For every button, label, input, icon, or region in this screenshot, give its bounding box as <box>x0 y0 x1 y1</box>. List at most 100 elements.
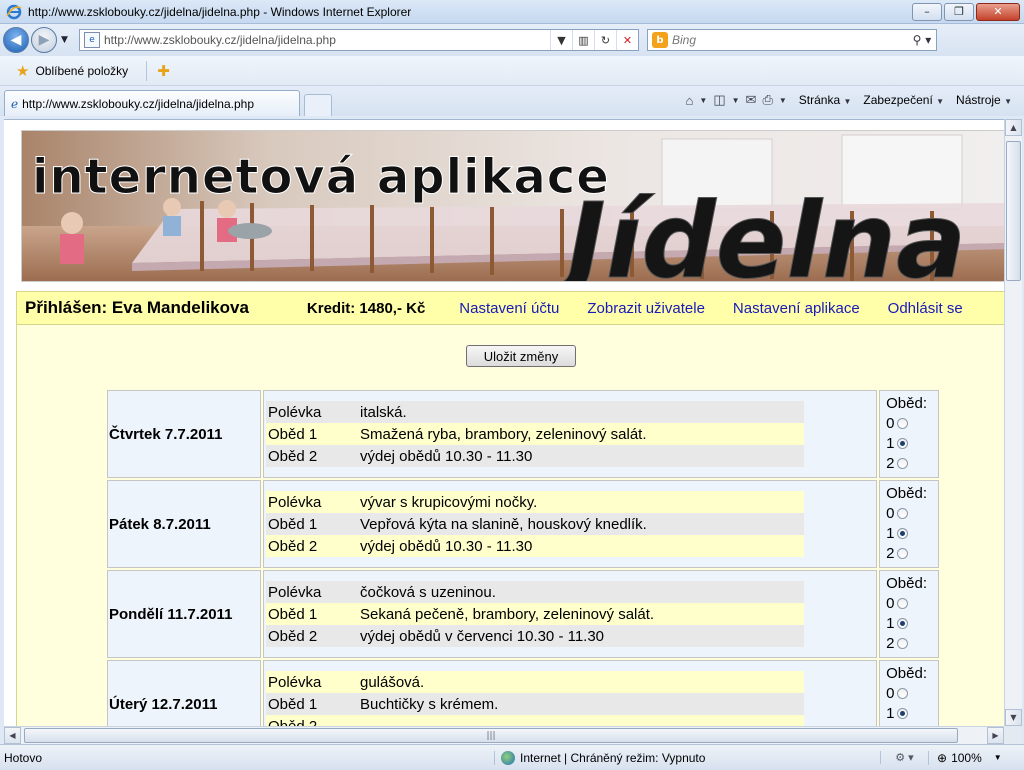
lunch-option-radio[interactable] <box>897 508 909 519</box>
show-users-link[interactable]: Zobrazit uživatele <box>587 300 705 317</box>
forward-button[interactable]: ▶ <box>31 27 57 53</box>
favorites-bar: ★ Oblíbené položky ✚ <box>0 56 1024 86</box>
compatibility-view-icon[interactable]: ▥ <box>572 30 594 50</box>
lunch-choice-label: Oběd: <box>886 665 927 682</box>
lunch-option-label: 0 <box>886 595 895 612</box>
minimize-button[interactable]: – <box>912 2 942 21</box>
page-viewport: internetová aplikace Jídelna Přihlášen: … <box>4 119 1004 726</box>
print-icon[interactable]: ⎙ <box>762 92 772 108</box>
lunch-option[interactable]: 1 <box>886 524 938 544</box>
menu-item-type: Oběd 1 <box>267 515 318 533</box>
menu-item-row: Oběd 2 <box>265 715 804 727</box>
lunch-choice-label: Oběd: <box>886 395 927 412</box>
tab-active[interactable]: ℯ http://www.zsklobouky.cz/jidelna/jidel… <box>4 90 300 116</box>
lunch-option[interactable]: 2 <box>886 634 938 654</box>
lunch-option[interactable]: 0 <box>886 594 938 614</box>
scroll-left-icon[interactable]: ◀ <box>4 727 21 744</box>
lunch-option[interactable]: 2 <box>886 544 938 564</box>
lunch-option-radio[interactable] <box>897 548 909 559</box>
day-date: Úterý 12.7.2011 <box>107 660 261 726</box>
menu-item-dish: Smažená ryba, brambory, zeleninový salát… <box>359 425 647 443</box>
security-zone[interactable]: Internet | Chráněný režim: Vypnuto <box>494 750 880 765</box>
menu-item-row: Polévka čočková s uzeninou. <box>265 581 804 603</box>
account-settings-link[interactable]: Nastavení účtu <box>459 300 559 317</box>
lunch-option-radio[interactable] <box>897 638 909 649</box>
close-window-button[interactable]: ✕ <box>976 2 1020 21</box>
menu-item-row: Polévka vývar s krupicovými nočky. <box>265 491 804 513</box>
menu-item-dish: Vepřová kýta na slanině, houskový knedlí… <box>359 515 647 533</box>
lunch-option[interactable]: 1 <box>886 434 938 454</box>
save-changes-button[interactable]: Uložit změny <box>466 345 576 367</box>
feeds-icon[interactable]: ◫ <box>713 92 725 108</box>
menu-item-row: Oběd 1 Sekaná pečeně, brambory, zeleninov… <box>265 603 804 625</box>
lunch-option-radio[interactable] <box>897 528 909 539</box>
logout-link[interactable]: Odhlásit se <box>888 300 963 317</box>
address-dropdown-icon[interactable]: ▼ <box>550 30 572 50</box>
lunch-option[interactable]: 1 <box>886 614 938 634</box>
home-icon[interactable]: ⌂ <box>686 93 694 108</box>
lunch-option[interactable]: 0 <box>886 684 938 704</box>
horizontal-scroll-thumb[interactable]: ||| <box>24 728 958 743</box>
lunch-option[interactable]: 2 <box>886 454 938 474</box>
search-placeholder[interactable]: Bing <box>672 33 908 47</box>
menu-item-row: Oběd 2 výdej obědů 10.30 - 11.30 <box>265 535 804 557</box>
scroll-up-icon[interactable]: ▲ <box>1005 119 1022 136</box>
app-settings-link[interactable]: Nastavení aplikace <box>733 300 860 317</box>
menu-item-dish: Sekaná pečeně, brambory, zeleninový salá… <box>359 605 655 623</box>
maximize-button[interactable]: ❐ <box>944 2 974 21</box>
vertical-scrollbar[interactable]: ▲ ▼ <box>1004 119 1022 726</box>
address-url[interactable]: http://www.zsklobouky.cz/jidelna/jidelna… <box>104 33 550 47</box>
lunch-option[interactable]: 0 <box>886 504 938 524</box>
tools-menu[interactable]: Nástroje ▼ <box>956 93 1012 107</box>
horizontal-scrollbar[interactable]: ◀ ||| ▶ <box>4 726 1004 744</box>
new-tab-button[interactable] <box>304 94 332 116</box>
lunch-option-radio[interactable] <box>897 458 909 469</box>
scroll-right-icon[interactable]: ▶ <box>987 727 1004 744</box>
scroll-down-icon[interactable]: ▼ <box>1005 709 1022 726</box>
vertical-scroll-thumb[interactable] <box>1006 141 1021 281</box>
lunch-option[interactable]: 0 <box>886 414 938 434</box>
lunch-option-radio[interactable] <box>897 438 909 449</box>
divider <box>146 60 148 81</box>
ie-page-icon: ℯ <box>11 96 19 111</box>
lunch-option[interactable]: 1 <box>886 704 938 724</box>
search-icon[interactable]: ⚲ ▾ <box>908 33 936 47</box>
security-menu[interactable]: Zabezpečení ▼ <box>863 93 944 107</box>
menu-item-type: Oběd 2 <box>267 717 318 727</box>
lunch-option-radio[interactable] <box>897 618 909 629</box>
zoom-dropdown-icon[interactable]: ▼ <box>994 753 1002 762</box>
menu-item-dish: výdej obědů v červenci 10.30 - 11.30 <box>359 627 605 645</box>
menu-item-dish: gulášová. <box>359 673 425 691</box>
credit-balance: Kredit: 1480,- Kč <box>306 299 426 317</box>
stop-icon[interactable]: ✕ <box>616 30 638 50</box>
protected-mode-icon[interactable]: ⚙ ▾ <box>880 751 928 764</box>
address-bar[interactable]: e http://www.zsklobouky.cz/jidelna/jidel… <box>79 29 639 51</box>
back-button[interactable]: ◀ <box>3 27 29 53</box>
print-dropdown-icon[interactable]: ▼ <box>779 96 787 105</box>
lunch-choice: Oběd: 0 1 2 <box>879 390 939 478</box>
security-zone-label: Internet | Chráněný režim: Vypnuto <box>520 750 706 765</box>
add-to-favorites-icon[interactable]: ✚ <box>157 62 170 80</box>
refresh-icon[interactable]: ↻ <box>594 30 616 50</box>
menu-item-dish: výdej obědů 10.30 - 11.30 <box>359 537 533 555</box>
favorites-button[interactable]: ★ Oblíbené položky <box>16 62 128 80</box>
lunch-option-radio[interactable] <box>897 688 909 699</box>
lunch-option-radio[interactable] <box>897 708 909 719</box>
mail-icon[interactable]: ✉ <box>746 92 757 108</box>
home-dropdown-icon[interactable]: ▼ <box>699 96 707 105</box>
lunch-option-radio[interactable] <box>897 418 909 429</box>
meal-table: Čtvrtek 7.7.2011 Polévka italská. Oběd 1 Sma… <box>105 388 941 726</box>
search-box[interactable]: b Bing ⚲ ▾ <box>647 29 937 51</box>
feeds-dropdown-icon[interactable]: ▼ <box>732 96 740 105</box>
lunch-choice-label: Oběd: <box>886 575 927 592</box>
recent-pages-dropdown-icon[interactable]: ▼ <box>61 35 73 45</box>
lunch-option-radio[interactable] <box>897 598 909 609</box>
menu-item-type: Oběd 2 <box>267 537 318 555</box>
zoom-control[interactable]: ⊕ 100% ▼ <box>928 750 1002 765</box>
menu-item-type: Polévka <box>267 673 322 691</box>
page-menu[interactable]: Stránka ▼ <box>799 93 852 107</box>
menu-item-type: Oběd 1 <box>267 695 318 713</box>
menu-item-row: Polévka gulášová. <box>265 671 804 693</box>
command-bar: ⌂ ▼ ◫ ▼ ✉ ⎙ ▼ Stránka ▼ Zabezpečení ▼ Nástr… <box>686 90 1012 110</box>
menu-item-row: Oběd 2 výdej obědů v červenci 10.30 - 11.… <box>265 625 804 647</box>
